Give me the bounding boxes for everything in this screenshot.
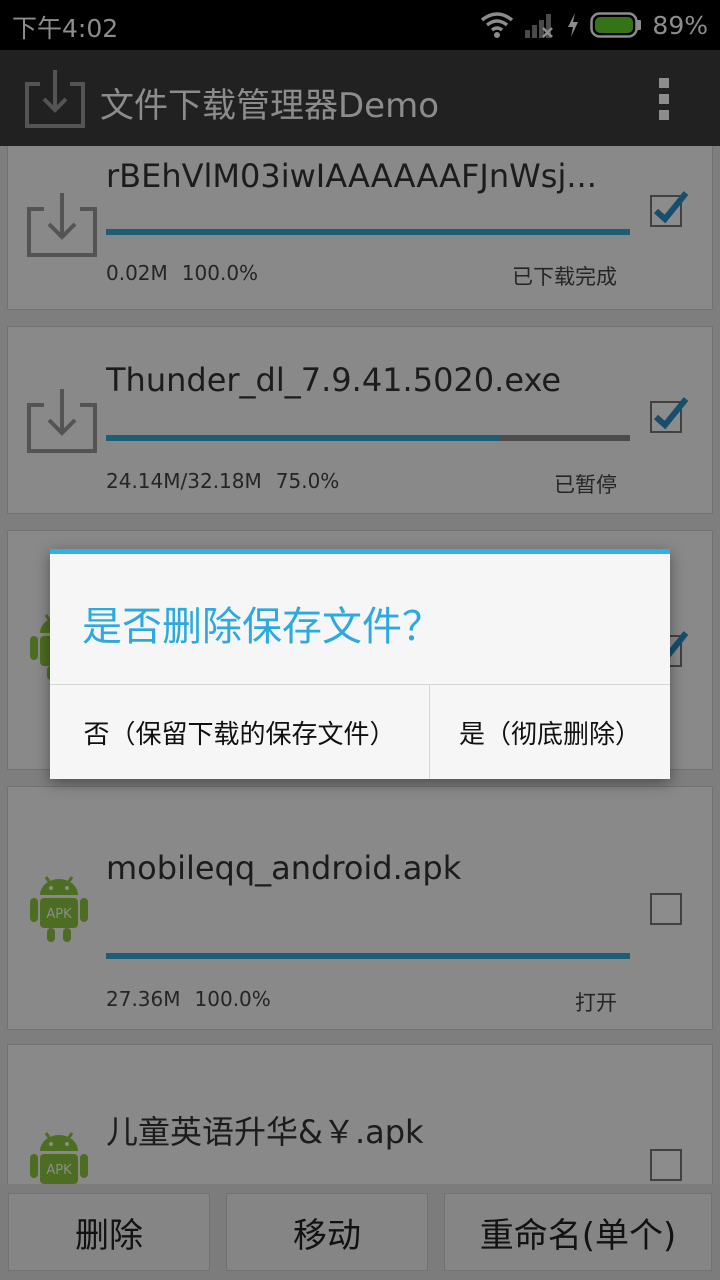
dialog-title: 是否删除保存文件？ (82, 604, 442, 650)
delete-files-button[interactable]: 是（彻底删除） (430, 685, 670, 779)
dim-overlay-top (0, 0, 720, 146)
delete-confirm-dialog: 是否删除保存文件？ 否（保留下载的保存文件） 是（彻底删除） (50, 549, 670, 779)
keep-files-button[interactable]: 否（保留下载的保存文件） (50, 685, 429, 779)
